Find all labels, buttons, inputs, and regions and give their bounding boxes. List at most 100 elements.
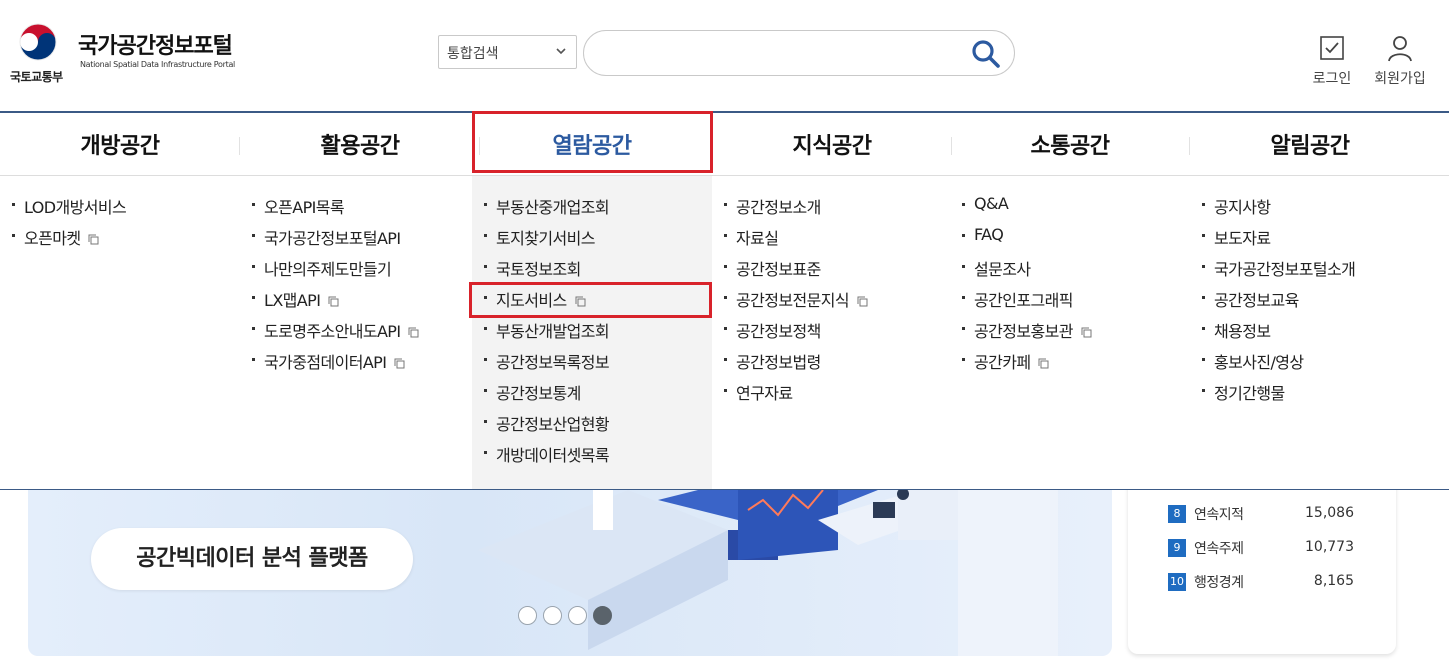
- rank-name: 행정경계: [1194, 575, 1244, 591]
- submenu-item[interactable]: 오픈API목록: [252, 194, 419, 225]
- menu-notice-space[interactable]: 알림공간: [1190, 113, 1430, 175]
- submenu-item[interactable]: 채용정보: [1202, 318, 1355, 349]
- submenu-item[interactable]: 공간인포그래픽: [962, 287, 1092, 318]
- submenu-item[interactable]: 토지찾기서비스: [484, 225, 609, 256]
- site-logo[interactable]: 국토교통부 국가공간정보포털 National Spatial Data Inf…: [10, 20, 250, 90]
- submenu-item[interactable]: 공간카페: [962, 349, 1092, 380]
- submenu-item[interactable]: 공간정보표준: [724, 256, 868, 287]
- menu-use-space[interactable]: 활용공간: [240, 113, 480, 175]
- submenu-item[interactable]: Q&A: [962, 194, 1092, 225]
- rank-name: 연속주제: [1194, 541, 1244, 557]
- rank-name: 연속지적: [1194, 507, 1244, 523]
- site-subtitle: National Spatial Data Infrastructure Por…: [80, 60, 235, 69]
- submenu-label: 국가중점데이터API: [264, 353, 387, 372]
- submenu-item[interactable]: 자료실: [724, 225, 868, 256]
- submenu-item[interactable]: 설문조사: [962, 256, 1092, 287]
- checkbox-login-icon: [1320, 36, 1344, 60]
- submenu-label: 토지찾기서비스: [496, 229, 595, 248]
- submenu-label: 자료실: [736, 229, 779, 248]
- banner-illustration: [478, 470, 1058, 656]
- rank-badge: 8: [1168, 505, 1186, 523]
- slide-dot-2[interactable]: [543, 606, 562, 625]
- submenu-item[interactable]: 보도자료: [1202, 225, 1355, 256]
- login-button[interactable]: 로그인: [1302, 34, 1362, 90]
- submenu-label: Q&A: [974, 194, 1009, 213]
- submenu-item[interactable]: 개방데이터셋목록: [484, 442, 610, 473]
- submenu-label: 지도서비스: [496, 291, 567, 310]
- new-window-icon: [1081, 327, 1092, 338]
- submenu-item[interactable]: 공간정보전문지식: [724, 287, 868, 318]
- rank-badge: 10: [1168, 573, 1186, 591]
- submenu-item[interactable]: 공간정보정책: [724, 318, 868, 349]
- submenu-label: 설문조사: [974, 260, 1031, 279]
- new-window-icon: [394, 358, 405, 369]
- submenu-item[interactable]: LOD개방서비스: [12, 194, 127, 225]
- menu-communication-space[interactable]: 소통공간: [950, 113, 1190, 175]
- submenu-item[interactable]: 공간정보소개: [724, 194, 868, 225]
- submenu-item[interactable]: 공간정보교육: [1202, 287, 1355, 318]
- submenu-label: 오픈API목록: [264, 198, 345, 217]
- submenu-item[interactable]: 공간정보목록정보: [484, 349, 610, 380]
- submenu-item[interactable]: 공간정보홍보관: [962, 318, 1092, 349]
- menu-column-use-space: 활용공간 오픈API목록 국가공간정보포털API 나만의주제도만들기 LX맵AP…: [240, 113, 480, 489]
- submenu-item[interactable]: FAQ: [962, 225, 1092, 256]
- submenu-label: 공간카페: [974, 353, 1031, 372]
- menu-open-space[interactable]: 개방공간: [0, 113, 240, 175]
- submenu-item[interactable]: 국가공간정보포털소개: [1202, 256, 1356, 287]
- submenu-item[interactable]: 정기간행물: [1202, 380, 1355, 411]
- submenu-label: 공간정보교육: [1214, 291, 1299, 310]
- submenu-item[interactable]: 공간정보산업현황: [484, 411, 610, 442]
- menu-knowledge-space[interactable]: 지식공간: [712, 113, 952, 175]
- ranking-item[interactable]: 8 연속지적 15,086: [1168, 504, 1354, 538]
- submenu-item[interactable]: 부동산개발업조회: [484, 318, 610, 349]
- new-window-icon: [575, 296, 586, 307]
- banner-title[interactable]: 공간빅데이터 분석 플랫폼: [91, 528, 413, 590]
- submenu-item[interactable]: 연구자료: [724, 380, 868, 411]
- submenu-item[interactable]: 오픈마켓: [12, 225, 126, 256]
- submenu-label: 공간인포그래픽: [974, 291, 1073, 310]
- slide-dot-3[interactable]: [568, 606, 587, 625]
- submenu-item-map-service[interactable]: 지도서비스: [484, 287, 609, 318]
- submenu-item[interactable]: 부동산중개업조회: [484, 194, 610, 225]
- submenu-item[interactable]: 공지사항: [1202, 194, 1355, 225]
- submenu-item[interactable]: LX맵API: [252, 287, 419, 318]
- ranking-list: 8 연속지적 15,086 9 연속주제 10,773 10 행정경계 8,165: [1168, 504, 1354, 606]
- ranking-panel: 8 연속지적 15,086 9 연속주제 10,773 10 행정경계 8,165: [1128, 470, 1396, 654]
- slide-dot-4[interactable]: [593, 606, 612, 625]
- submenu-list: 공지사항 보도자료 국가공간정보포털소개 공간정보교육 채용정보 홍보사진/영상…: [1202, 194, 1356, 411]
- submenu-label: 국토정보조회: [496, 260, 581, 279]
- submenu-list: 부동산중개업조회 토지찾기서비스 국토정보조회 지도서비스 부동산개발업조회 공…: [484, 194, 610, 473]
- new-window-icon: [88, 234, 99, 245]
- submenu-label: 정기간행물: [1214, 384, 1285, 403]
- submenu-label: 부동산중개업조회: [496, 198, 610, 217]
- submenu-label: LOD개방서비스: [24, 198, 127, 217]
- submenu-label: 개방데이터셋목록: [496, 446, 610, 465]
- ranking-item[interactable]: 9 연속주제 10,773: [1168, 538, 1354, 572]
- submenu-label: 홍보사진/영상: [1214, 353, 1304, 372]
- submenu-item[interactable]: 공간정보법령: [724, 349, 868, 380]
- submenu-item[interactable]: 국토정보조회: [484, 256, 609, 287]
- submenu-item[interactable]: 공간정보통계: [484, 380, 609, 411]
- search-scope-select[interactable]: 통합검색: [438, 35, 577, 69]
- submenu-item[interactable]: 도로명주소안내도API: [252, 318, 419, 349]
- submenu-item[interactable]: 국가공간정보포털API: [252, 225, 419, 256]
- submenu-item[interactable]: 나만의주제도만들기: [252, 256, 419, 287]
- site-header: 국토교통부 국가공간정보포털 National Spatial Data Inf…: [0, 0, 1449, 113]
- search-input[interactable]: [602, 41, 962, 65]
- submenu-item[interactable]: 국가중점데이터API: [252, 349, 419, 380]
- slide-dot-1[interactable]: [518, 606, 537, 625]
- menu-column-knowledge-space: 지식공간 공간정보소개 자료실 공간정보표준 공간정보전문지식 공간정보정책 공…: [712, 113, 952, 489]
- submenu-label: 보도자료: [1214, 229, 1271, 248]
- login-label: 로그인: [1312, 71, 1352, 87]
- submenu-label: 공간정보표준: [736, 260, 821, 279]
- submenu-list: 오픈API목록 국가공간정보포털API 나만의주제도만들기 LX맵API 도로명…: [252, 194, 419, 380]
- submenu-list: Q&A FAQ 설문조사 공간인포그래픽 공간정보홍보관 공간카페: [962, 194, 1092, 380]
- submenu-item[interactable]: 홍보사진/영상: [1202, 349, 1355, 380]
- rank-value: 15,086: [1305, 505, 1354, 521]
- menu-view-space[interactable]: 열람공간: [472, 113, 712, 175]
- join-button[interactable]: 회원가입: [1370, 34, 1430, 90]
- submenu-label: 공간정보소개: [736, 198, 821, 217]
- new-window-icon: [857, 296, 868, 307]
- search-icon[interactable]: [970, 38, 1002, 70]
- ranking-item[interactable]: 10 행정경계 8,165: [1168, 572, 1354, 606]
